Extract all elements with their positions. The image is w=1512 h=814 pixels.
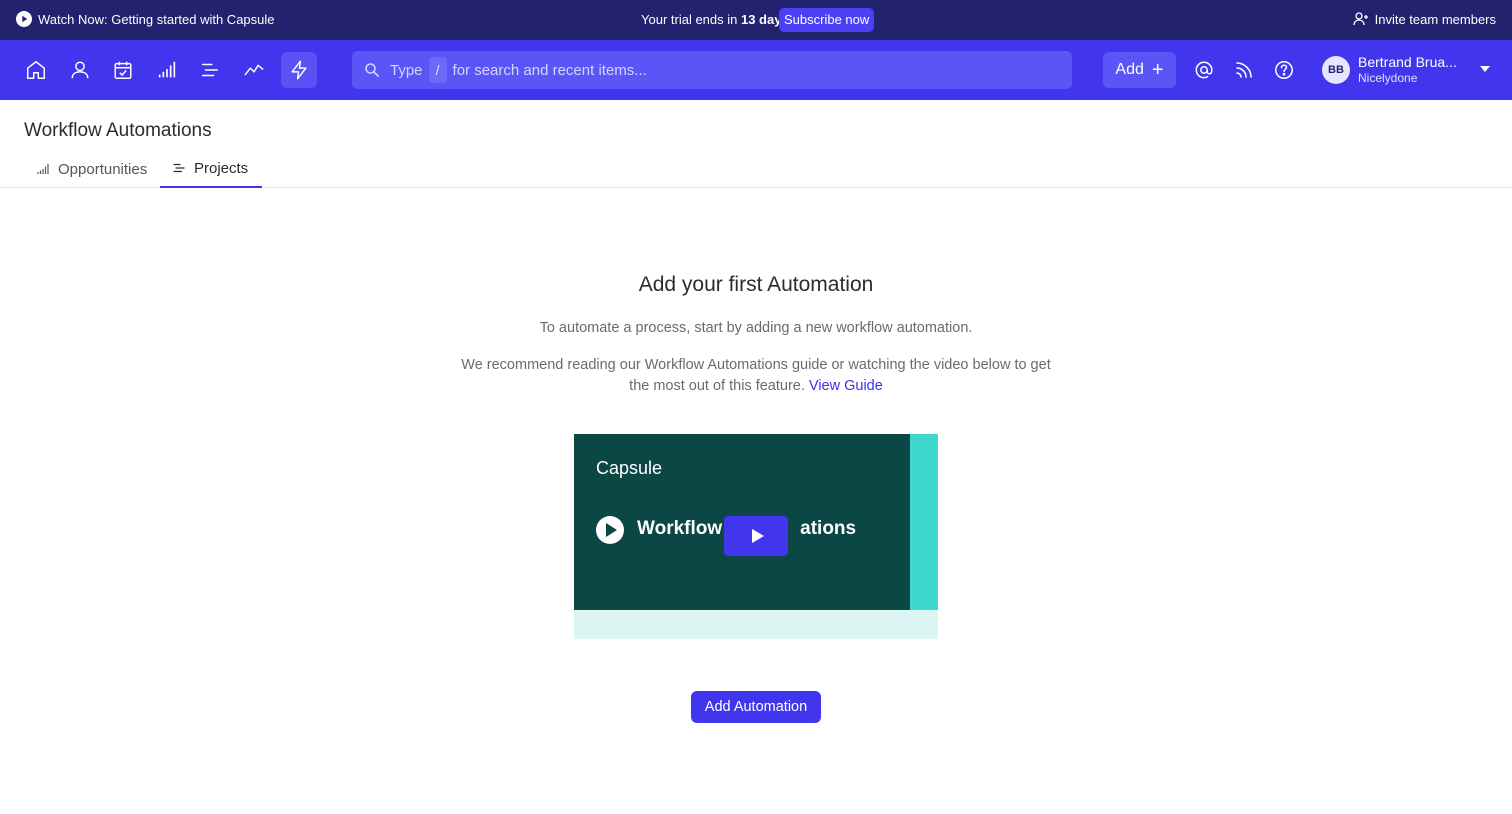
help-button[interactable] bbox=[1272, 58, 1296, 82]
trial-prefix: Your trial ends in bbox=[641, 12, 738, 27]
avatar: BB bbox=[1322, 56, 1350, 84]
feed-icon bbox=[1236, 62, 1252, 78]
nav-automations[interactable] bbox=[281, 52, 317, 88]
tab-bar: Opportunities Projects bbox=[0, 150, 1512, 188]
watch-now-label: Watch Now: Getting started with Capsule bbox=[38, 11, 275, 27]
bar-chart-icon bbox=[158, 61, 176, 78]
search-input[interactable]: Type / for search and recent items... bbox=[352, 51, 1072, 89]
play-video-button[interactable] bbox=[724, 516, 788, 556]
calendar-check-icon bbox=[114, 61, 132, 79]
add-label: Add bbox=[1115, 61, 1144, 78]
bar-chart-icon bbox=[37, 164, 49, 174]
home-icon bbox=[27, 61, 45, 79]
nav-people[interactable] bbox=[62, 52, 98, 88]
search-shortcut-key: / bbox=[428, 57, 447, 83]
video-footer bbox=[574, 610, 938, 639]
person-icon bbox=[71, 61, 89, 79]
search-icon bbox=[365, 63, 380, 78]
help-icon bbox=[1275, 61, 1293, 79]
invite-label: Invite team members bbox=[1374, 11, 1496, 27]
empty-state-description: To automate a process, start by adding a… bbox=[539, 320, 973, 336]
recommendation-text: We recommend reading our Workflow Automa… bbox=[461, 357, 1051, 394]
tab-label: Opportunities bbox=[58, 160, 148, 178]
video-player[interactable]: Capsule Workflow ations bbox=[574, 434, 938, 639]
trend-line-icon bbox=[244, 64, 264, 76]
play-circle-icon bbox=[596, 516, 624, 544]
at-mention-icon bbox=[1195, 61, 1213, 79]
main-nav: Type / for search and recent items... Ad… bbox=[0, 40, 1512, 100]
list-icon bbox=[173, 163, 185, 173]
user-details: Bertrand Brua... Nicelydone bbox=[1358, 54, 1457, 86]
chevron-down-icon[interactable] bbox=[1480, 66, 1490, 72]
mentions-button[interactable] bbox=[1192, 58, 1216, 82]
invite-team-button[interactable]: Invite team members bbox=[1352, 11, 1496, 27]
subscribe-button[interactable]: Subscribe now bbox=[779, 8, 875, 32]
feed-button[interactable] bbox=[1232, 58, 1256, 82]
nav-reports[interactable] bbox=[236, 52, 272, 88]
view-guide-link[interactable]: View Guide bbox=[809, 378, 883, 394]
search-placeholder: for search and recent items... bbox=[452, 61, 647, 79]
video-title-end: ations bbox=[800, 518, 857, 539]
nav-opportunities[interactable] bbox=[149, 52, 185, 88]
nav-calendar[interactable] bbox=[105, 52, 141, 88]
user-organization: Nicelydone bbox=[1358, 71, 1418, 85]
lightning-icon bbox=[291, 60, 307, 80]
video-accent-stripe bbox=[910, 434, 938, 610]
plus-icon: + bbox=[1151, 59, 1164, 81]
search-prefix: Type bbox=[390, 61, 423, 79]
user-name: Bertrand Brua... bbox=[1358, 54, 1457, 70]
add-button[interactable]: Add + bbox=[1103, 52, 1176, 88]
top-banner: Watch Now: Getting started with Capsule … bbox=[0, 0, 1512, 40]
empty-state-recommendation: We recommend reading our Workflow Automa… bbox=[456, 355, 1056, 397]
add-user-icon bbox=[1352, 12, 1368, 26]
empty-state-heading: Add your first Automation bbox=[638, 273, 874, 296]
play-circle-icon bbox=[16, 11, 32, 27]
tab-label: Projects bbox=[194, 159, 249, 177]
play-icon bbox=[751, 529, 764, 543]
video-title-start: Workflow bbox=[637, 518, 723, 539]
user-menu[interactable]: BB Bertrand Brua... Nicelydone bbox=[1322, 54, 1457, 86]
watch-now-link[interactable]: Watch Now: Getting started with Capsule bbox=[16, 11, 275, 27]
trial-notice: Your trial ends in 13 days bbox=[641, 12, 789, 27]
tab-opportunities[interactable]: Opportunities bbox=[36, 150, 147, 188]
list-icon bbox=[201, 63, 219, 77]
tab-projects[interactable]: Projects bbox=[160, 150, 262, 188]
video-brand: Capsule bbox=[596, 458, 663, 478]
nav-projects[interactable] bbox=[192, 52, 228, 88]
page-title: Workflow Automations bbox=[24, 120, 212, 141]
nav-home[interactable] bbox=[18, 52, 54, 88]
add-automation-button[interactable]: Add Automation bbox=[691, 691, 821, 723]
